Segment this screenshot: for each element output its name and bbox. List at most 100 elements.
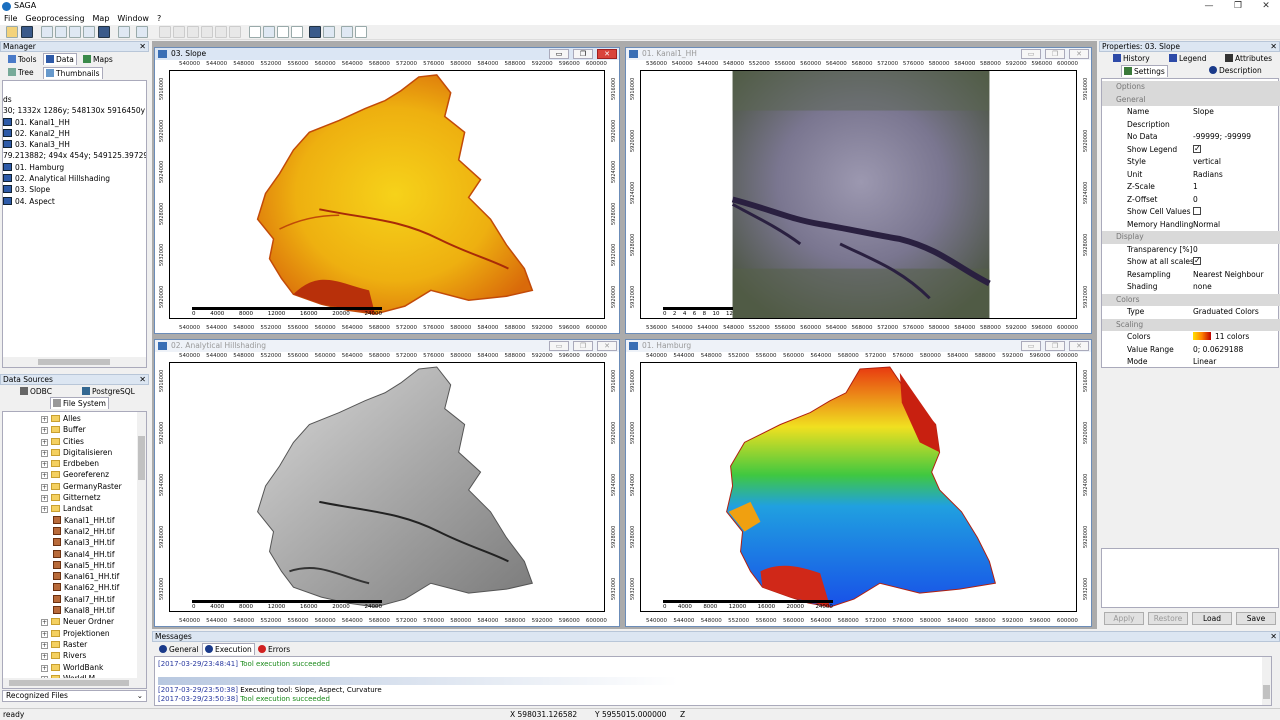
horizontal-scrollbar[interactable] [3,678,146,688]
property-row[interactable]: Memory Handling Normal [1102,219,1280,232]
close-button[interactable]: ✕ [597,49,617,59]
horizontal-scrollbar[interactable] [3,357,146,367]
folder-item[interactable]: + Neuer Ordner [41,616,146,627]
close-icon[interactable]: ✕ [1270,42,1277,52]
expand-icon[interactable]: + [41,653,48,661]
zoom-forward-icon[interactable] [173,26,185,38]
property-row[interactable]: Mode Linear [1102,356,1280,369]
vertical-scrollbar[interactable] [1262,657,1271,705]
tab-description[interactable]: Description [1207,65,1264,76]
tree-item[interactable]: 01. Hamburg [3,162,146,173]
menu-window[interactable]: Window [113,13,153,25]
zoom-layer-icon[interactable] [201,26,213,38]
tab-thumbnails[interactable]: Thumbnails [43,67,103,79]
restore-button[interactable]: ❐ [1045,341,1065,351]
expand-icon[interactable]: + [41,664,48,672]
tab-tools[interactable]: Tools [6,54,38,65]
tree-item[interactable]: 02. Kanal2_HH [3,128,146,139]
property-row[interactable]: Description [1102,119,1280,132]
property-row[interactable]: Style vertical [1102,156,1280,169]
close-button[interactable]: ✕ [1069,49,1089,59]
zoom-full-icon[interactable] [187,26,199,38]
tab-odbc[interactable]: ODBC [18,386,54,397]
folder-item[interactable]: + Projektionen [41,628,146,639]
tree-grid-system[interactable]: 30; 1332x 1286y; 548130x 5916450y [3,105,146,116]
tab-postgresql[interactable]: PostgreSQL [80,386,137,397]
info-icon[interactable] [98,26,110,38]
folder-item[interactable]: + WorldBank [41,662,146,673]
map-window-hamburg[interactable]: 01. Hamburg ▭ ❐ ✕ 540000 544000 548000 552000… [625,339,1092,627]
close-icon[interactable]: ✕ [139,375,146,385]
close-button[interactable]: ✕ [1069,341,1089,351]
folder-item[interactable]: + Landsat [41,503,146,514]
expand-icon[interactable]: + [41,506,48,514]
expand-icon[interactable]: + [41,495,48,503]
tree-item[interactable]: 02. Analytical Hillshading [3,173,146,184]
folder-item[interactable]: + Georeferenz [41,469,146,480]
checkbox-unchecked[interactable] [1193,207,1201,215]
menu-help[interactable]: ? [153,13,165,25]
property-category[interactable]: Colors [1102,293,1280,306]
tree-item[interactable]: 04. Aspect [3,196,146,207]
3d-view-icon[interactable] [309,26,321,38]
expand-icon[interactable]: + [41,449,48,457]
tree-item[interactable]: 03. Kanal3_HH [3,139,146,150]
tab-file-system[interactable]: File System [50,397,109,409]
tab-errors[interactable]: Errors [256,644,292,655]
manager-icon[interactable] [41,26,53,38]
map-window-kanal1[interactable]: 01. Kanal1_HH ▭ ❐ ✕ 536000 540000 544000 5480… [625,47,1092,334]
maximize-button[interactable]: ❐ [1224,0,1252,13]
file-item[interactable]: Kanal5_HH.tif [41,560,146,571]
menu-map[interactable]: Map [89,13,114,25]
restore-button[interactable]: ❐ [1045,49,1065,59]
map-window-slope[interactable]: 03. Slope ▭ ❐ ✕ 540000 544000 548000 552000 55… [154,47,620,334]
measure-icon[interactable] [291,26,303,38]
vertical-scrollbar[interactable] [137,412,146,680]
property-row[interactable]: No Data -99999; -99999 [1102,131,1280,144]
zoom-tool-icon[interactable] [263,26,275,38]
property-category[interactable]: Scaling [1102,318,1280,331]
folder-item[interactable]: + Alles [41,413,146,424]
minimize-button[interactable]: — [1195,0,1223,13]
expand-icon[interactable]: + [41,630,48,638]
property-row[interactable]: Type Graduated Colors [1102,306,1280,319]
property-row[interactable]: Z-Scale 1 [1102,181,1280,194]
close-button[interactable]: ✕ [1252,0,1280,13]
restore-button[interactable]: ❐ [573,341,593,351]
pencil-icon[interactable] [355,26,367,38]
file-item[interactable]: Kanal1_HH.tif [41,515,146,526]
layout-icon[interactable] [323,26,335,38]
file-filter-select[interactable]: Recognized Files ⌄ [2,690,147,702]
tab-maps[interactable]: Maps [81,54,115,65]
messages-icon[interactable] [83,26,95,38]
property-row[interactable]: Resampling Nearest Neighbour [1102,269,1280,282]
checkbox-checked[interactable] [1193,255,1201,267]
expand-icon[interactable]: + [41,427,48,435]
file-item[interactable]: Kanal62_HH.tif [41,582,146,593]
close-button[interactable]: ✕ [597,341,617,351]
properties-icon[interactable] [55,26,67,38]
scale-bar-icon[interactable] [341,26,353,38]
tab-execution[interactable]: Execution [202,643,255,655]
property-row[interactable]: Unit Radians [1102,169,1280,182]
expand-icon[interactable]: + [41,461,48,469]
zoom-selection-icon[interactable] [215,26,227,38]
minimize-button[interactable]: ▭ [1021,49,1041,59]
minimize-button[interactable]: ▭ [549,49,569,59]
folder-item[interactable]: + GermanyRaster [41,481,146,492]
expand-icon[interactable]: + [41,641,48,649]
expand-icon[interactable]: + [41,416,48,423]
zoom-back-icon[interactable] [159,26,171,38]
open-icon[interactable] [6,26,18,38]
property-category[interactable]: Display [1102,231,1280,244]
file-item[interactable]: Kanal3_HH.tif [41,537,146,548]
tab-general[interactable]: General [157,644,201,655]
tab-data[interactable]: Data [43,53,77,65]
synchronize-icon[interactable] [229,26,241,38]
tree-grid-system[interactable]: 79.213882; 494x 454y; 549125.397290x 591 [3,150,146,161]
map-window-hillshading[interactable]: 02. Analytical Hillshading ▭ ❐ ✕ 540000 544… [154,339,620,627]
checkbox-checked[interactable] [1193,143,1201,155]
tab-history[interactable]: History [1111,53,1152,64]
property-row[interactable]: Shading none [1102,281,1280,294]
menu-geoprocessing[interactable]: Geoprocessing [21,13,88,25]
